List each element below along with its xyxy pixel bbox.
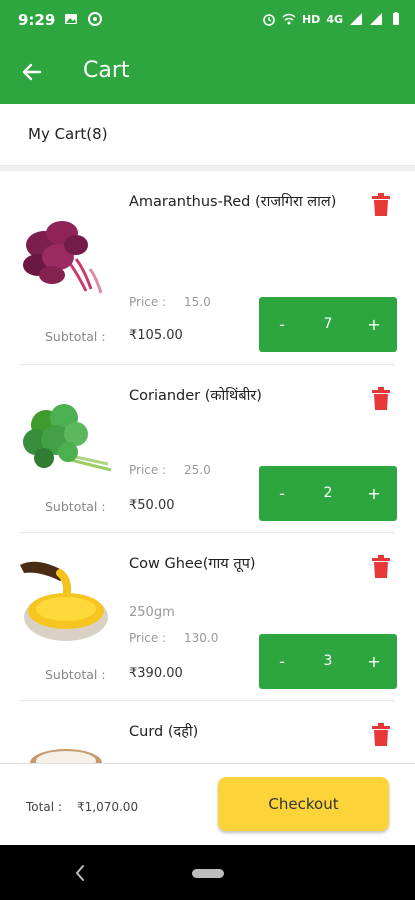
item-name: Amaranthus-Red (राजगिरा लाल) [129,194,337,210]
cow-ghee-image [20,561,108,641]
quantity-value: 7 [323,316,333,332]
network-label: HD [301,12,321,26]
item-weight: 250gm [129,605,175,620]
sync-icon [88,12,102,26]
cart-header: My Cart(8) [0,104,415,166]
system-nav-bar [0,845,415,900]
item-name: Curd (दही) [129,724,199,740]
quantity-stepper: - 7 + [259,297,397,352]
nav-back-icon[interactable] [72,863,88,883]
cart-item: Amaranthus-Red (राजगिरा लाल) Price : 15.… [0,171,415,365]
amaranthus-image [23,221,103,294]
image-icon [65,14,77,24]
cart-item: Curd (दही) [0,701,415,763]
page-title: Cart [83,58,130,83]
delete-icon[interactable] [371,555,391,579]
price-label: Price : [129,295,167,309]
alarm-icon [263,14,275,26]
subtotal-value: ₹390.00 [129,666,183,681]
curd-image [30,749,102,763]
coriander-image [23,404,112,472]
signal-icon [350,13,362,25]
wifi-calling-icon [282,13,296,25]
signal-label: 4G [326,12,343,26]
delete-icon[interactable] [371,723,391,747]
subtotal-value: ₹50.00 [129,498,175,513]
increase-button[interactable]: + [351,634,397,689]
status-time: 9:29 [18,11,56,29]
subtotal-label: Subtotal : [45,499,106,514]
total-label: Total : [26,800,62,814]
subtotal-label: Subtotal : [45,667,106,682]
increase-button[interactable]: + [351,466,397,521]
quantity-value: 3 [323,653,333,669]
nav-home-pill[interactable] [192,869,224,878]
battery-icon [393,12,399,25]
quantity-stepper: - 2 + [259,466,397,521]
price-label: Price : [129,631,167,645]
price-value: 130.0 [184,631,219,645]
cart-item: Coriander (कोथिंबीर) Price : 25.0 Subtot… [0,365,415,533]
delete-icon[interactable] [371,193,391,217]
status-bar: 9:29 HD 4G [0,0,415,40]
subtotal-label: Subtotal : [45,329,106,344]
price-label: Price : [129,463,167,477]
item-name: Coriander (कोथिंबीर) [129,388,262,404]
app-bar: Cart [0,40,415,104]
decrease-button[interactable]: - [259,297,305,352]
item-name: Cow Ghee(गाय तूप) [129,556,256,572]
quantity-stepper: - 3 + [259,634,397,689]
arrow-left-icon[interactable] [18,58,46,86]
checkout-button[interactable]: Checkout [218,777,389,831]
decrease-button[interactable]: - [259,634,305,689]
subtotal-value: ₹105.00 [129,328,183,343]
cart-item: Cow Ghee(गाय तूप) 250gm Price : 130.0 Su… [0,533,415,701]
signal-icon [370,13,382,25]
quantity-value: 2 [323,485,333,501]
cart-count-label: My Cart(8) [28,125,108,143]
price-value: 25.0 [184,463,211,477]
total-value: ₹1,070.00 [77,800,139,814]
increase-button[interactable]: + [351,297,397,352]
checkout-footer: Total : ₹1,070.00 Checkout [0,763,415,845]
price-value: 15.0 [184,295,211,309]
delete-icon[interactable] [371,387,391,411]
decrease-button[interactable]: - [259,466,305,521]
